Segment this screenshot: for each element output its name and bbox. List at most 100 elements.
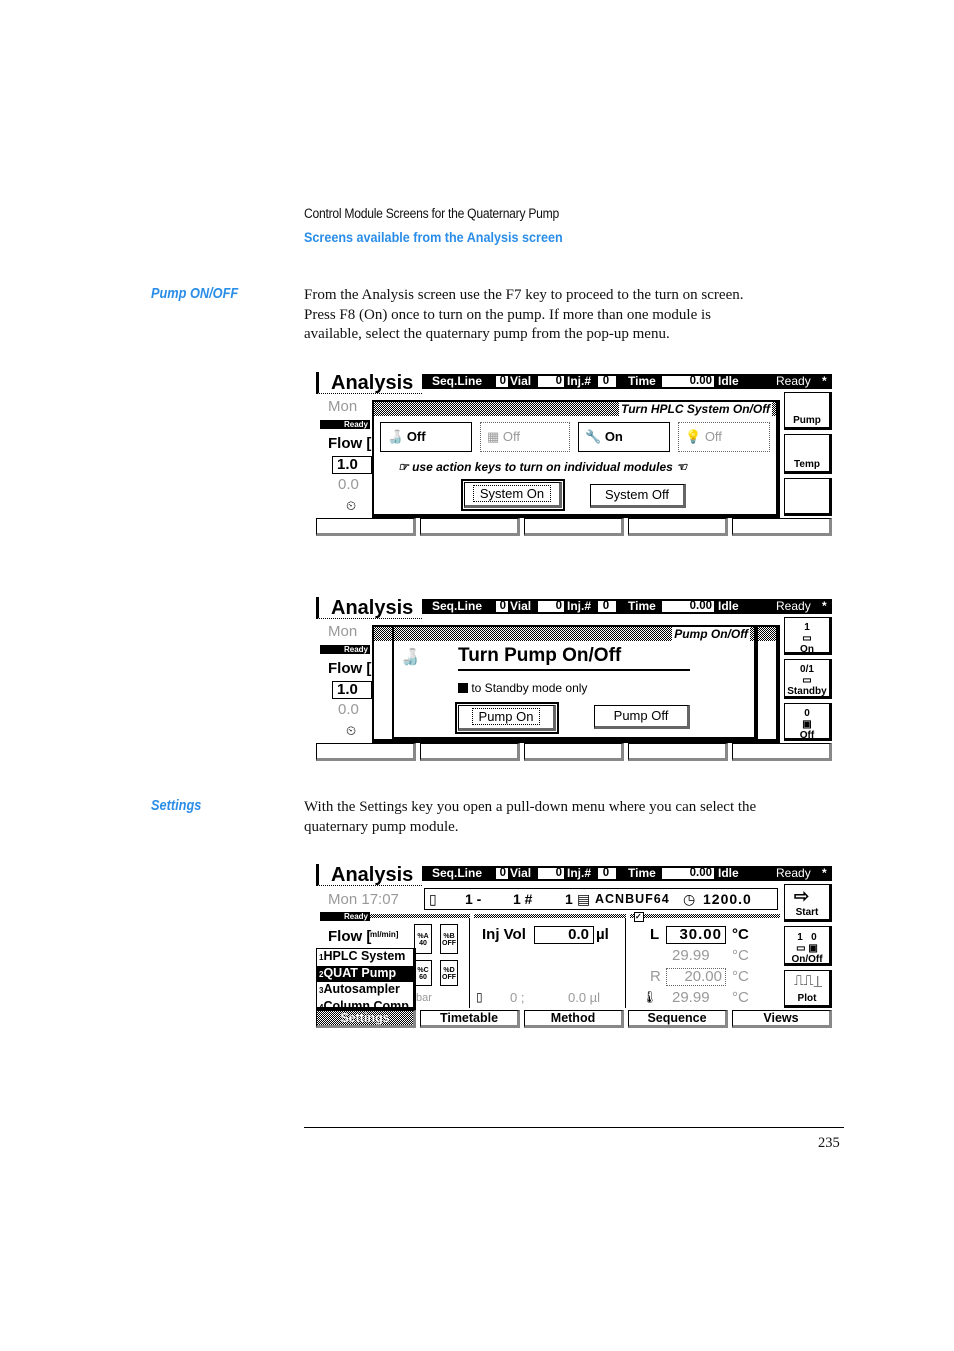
pump-off-button[interactable]: Pump Off — [594, 705, 690, 729]
time-label: Time — [628, 374, 656, 388]
ready-status: Ready — [776, 866, 811, 880]
day-label: Mon — [328, 398, 358, 415]
standby-softkey[interactable]: 0/1 ▭ Standby — [784, 659, 832, 699]
status-bar: Seq.Line 0 Vial 0 Inj.# 0 Time 0.00 Idle… — [422, 374, 832, 389]
run-time-value: 1200.0 — [703, 891, 752, 907]
screen-title: Analysis — [316, 597, 422, 619]
flow-actual: 0.0 — [338, 701, 359, 718]
sequence-softkey[interactable]: Sequence — [628, 1010, 728, 1028]
softkey-2[interactable] — [420, 518, 520, 536]
system-onoff-dialog: Turn HPLC System On/Off 🍶 Off ▦ Off 🔧 On… — [372, 400, 780, 518]
system-on-button[interactable]: System On — [461, 479, 565, 511]
method-icon: ▤ — [577, 891, 591, 907]
settings-dropdown-menu: 1HPLC System 2QUAT Pump 3Autosampler 4Co… — [316, 948, 416, 1013]
onoff-softkey[interactable]: 1 0 ▭ ▣ On/Off — [784, 926, 832, 966]
timetable-softkey[interactable]: Timetable — [420, 1010, 520, 1028]
menu-item-autosampler[interactable]: 3Autosampler — [317, 982, 413, 999]
off-softkey[interactable]: 0 ▣ Off — [784, 703, 832, 741]
screen-title: Analysis — [316, 372, 422, 394]
inj-vol-input[interactable]: 0.0 — [534, 926, 594, 944]
softkey-1[interactable] — [316, 518, 416, 536]
seq-value: 0 — [496, 600, 508, 612]
text-line: quaternary pump module. — [304, 818, 459, 835]
bottle-b: %B OFF — [440, 924, 458, 954]
status-bar: Seq.Line 0 Vial 0 Inj.# 0 Time 0.00 Idle… — [422, 599, 832, 614]
softkey-3[interactable] — [524, 518, 624, 536]
softkey-5[interactable] — [732, 518, 832, 536]
vial-value: 0 — [538, 375, 564, 387]
softkey-1[interactable] — [316, 743, 416, 761]
inj-value: 0 — [598, 600, 616, 612]
left-temp-input[interactable]: 30.00 — [666, 926, 726, 944]
settings-heading: Settings — [151, 798, 202, 814]
checkbox-checked-icon[interactable] — [458, 683, 468, 693]
seq-label: Seq.Line — [432, 866, 483, 880]
method-softkey[interactable]: Method — [524, 1010, 624, 1028]
run-state: Idle — [718, 374, 739, 388]
timer-icon: ⏲ — [346, 723, 357, 738]
module-detector-button[interactable]: 💡 Off — [678, 422, 770, 452]
system-off-button[interactable]: System Off — [590, 484, 686, 508]
softkey-top: 1 0 — [797, 932, 817, 943]
module-autosampler-button[interactable]: ▦ Off — [480, 422, 570, 452]
softkey-label: On/Off — [791, 954, 823, 965]
inj-actual-vol: 0.0 µl — [568, 990, 601, 1005]
dialog-title: Pump On/Off — [672, 627, 750, 641]
bottle-a: %A 40 — [414, 924, 432, 954]
screen-system-onoff: Analysis Seq.Line 0 Vial 0 Inj.# 0 Time … — [314, 372, 834, 538]
hint-text: ☞ use action keys to turn on individual … — [398, 460, 687, 474]
softkey-top: 0 — [804, 708, 810, 719]
softkey-label: Temp — [794, 459, 820, 470]
sequence-info-bar: ▯ 1 - 1 # 1 ▤ ACNBUF64 ◷ 1200.0 — [424, 888, 778, 910]
softkey-3[interactable] — [524, 743, 624, 761]
softkey-4[interactable] — [628, 518, 728, 536]
temp-unit: °C — [732, 926, 749, 943]
softkey-4[interactable] — [628, 743, 728, 761]
chromatogram-icon: ⎍⎍⏊ — [794, 972, 822, 988]
empty-softkey[interactable] — [784, 478, 832, 516]
softkey-5[interactable] — [732, 743, 832, 761]
module-pump-button[interactable]: 🍶 Off — [380, 422, 472, 452]
pump-onoff-dialog: Pump On/Off 🍶 Turn Pump On/Off to Standb… — [392, 625, 758, 741]
pump-small-icon: ▭ — [802, 633, 812, 644]
run-state: Idle — [718, 866, 739, 880]
thermometer-icon: 🌡 — [642, 990, 658, 1004]
vial-icon: ▯ — [429, 891, 437, 907]
vial-icon: ▯ — [476, 990, 483, 1004]
vial-value: 0 — [538, 600, 564, 612]
pump-softkey[interactable]: Pump — [784, 392, 832, 430]
menu-item-hplc-system[interactable]: 1HPLC System — [317, 949, 413, 966]
left-temp-label: L — [650, 926, 660, 943]
checkbox-label: to Standby mode only — [471, 681, 588, 695]
module-column-button[interactable]: 🔧 On — [578, 422, 670, 452]
text-line: Press F8 (On) once to turn on the pump. … — [304, 306, 712, 323]
inj-vol-unit: µl — [596, 926, 609, 943]
checkbox-checked-icon[interactable]: ✓ — [634, 912, 644, 922]
text-line: From the Analysis screen use the F7 key … — [304, 287, 744, 303]
on-softkey[interactable]: 1 ▭ On — [784, 617, 832, 655]
temp-unit: °C — [732, 947, 749, 964]
pump-on-button[interactable]: Pump On — [455, 702, 559, 734]
softkey-label: Off — [799, 730, 815, 741]
temp-softkey[interactable]: Temp — [784, 434, 832, 474]
softkey-top: 1 — [804, 622, 810, 633]
menu-item-quat-pump[interactable]: 2QUAT Pump — [317, 965, 413, 982]
button-label: Pump On — [471, 708, 541, 725]
seq-value: 0 — [496, 867, 508, 879]
settings-softkey[interactable]: Settings — [316, 1010, 416, 1028]
inj-label: Inj.# — [567, 374, 592, 388]
standby-checkbox[interactable]: to Standby mode only — [458, 681, 587, 695]
right-temp-input[interactable]: 20.00 — [666, 968, 726, 986]
flow-value: 1.0 — [332, 456, 372, 474]
softkey-2[interactable] — [420, 743, 520, 761]
inj-actual: 0 ; — [510, 990, 525, 1005]
settings-text: With the Settings key you open a pull-do… — [304, 798, 849, 837]
flow-label: Flow [ — [328, 435, 372, 452]
vial-label: Vial — [510, 374, 532, 388]
temp-unit: °C — [732, 989, 749, 1006]
star-indicator: * — [822, 599, 827, 613]
day-time-label: Mon 17:07 — [328, 891, 399, 908]
views-softkey[interactable]: Views — [732, 1010, 832, 1028]
flow-label: Flow [ — [328, 928, 372, 945]
autosampler-icon: ▦ — [487, 429, 500, 444]
